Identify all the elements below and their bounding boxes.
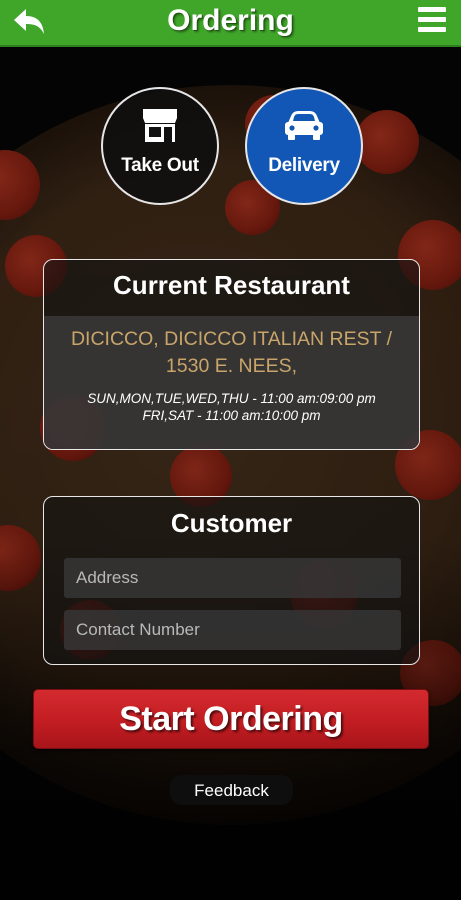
contact-number-field[interactable]: Contact Number — [64, 610, 401, 650]
restaurant-name: DICICCO, DICICCO ITALIAN REST / 1530 E. … — [70, 328, 393, 377]
restaurant-hours-weekdays: SUN,MON,TUE,WED,THU - 11:00 am:09:00 pm — [87, 391, 376, 406]
app-header: Ordering — [0, 0, 461, 47]
background-shade — [0, 0, 461, 900]
current-restaurant-panel: Current Restaurant DICICCO, DICICCO ITAL… — [43, 259, 420, 450]
page-title: Ordering — [167, 4, 294, 37]
hamburger-menu-icon — [418, 7, 448, 32]
customer-title: Customer — [170, 508, 293, 538]
menu-button[interactable] — [418, 7, 448, 37]
pizza-background — [0, 0, 461, 900]
start-ordering-button[interactable]: Start Ordering — [33, 689, 429, 749]
feedback-label: Feedback — [194, 781, 269, 800]
restaurant-hours-weekend: FRI,SAT - 11:00 am:10:00 pm — [142, 408, 321, 423]
feedback-button[interactable]: Feedback — [170, 775, 293, 805]
start-ordering-label: Start Ordering — [119, 700, 343, 738]
address-placeholder: Address — [76, 568, 139, 587]
current-restaurant-title: Current Restaurant — [113, 270, 350, 300]
contact-number-placeholder: Contact Number — [76, 620, 200, 639]
delivery-option[interactable]: Delivery — [245, 87, 363, 205]
delivery-label: Delivery — [268, 155, 340, 176]
take-out-option[interactable]: Take Out — [101, 87, 219, 205]
storefront-icon — [103, 107, 217, 145]
take-out-label: Take Out — [121, 155, 199, 176]
restaurant-details[interactable]: DICICCO, DICICCO ITALIAN REST / 1530 E. … — [44, 316, 419, 449]
customer-panel: Customer Address Contact Number — [43, 496, 420, 665]
car-icon — [247, 107, 361, 145]
address-field[interactable]: Address — [64, 558, 401, 598]
